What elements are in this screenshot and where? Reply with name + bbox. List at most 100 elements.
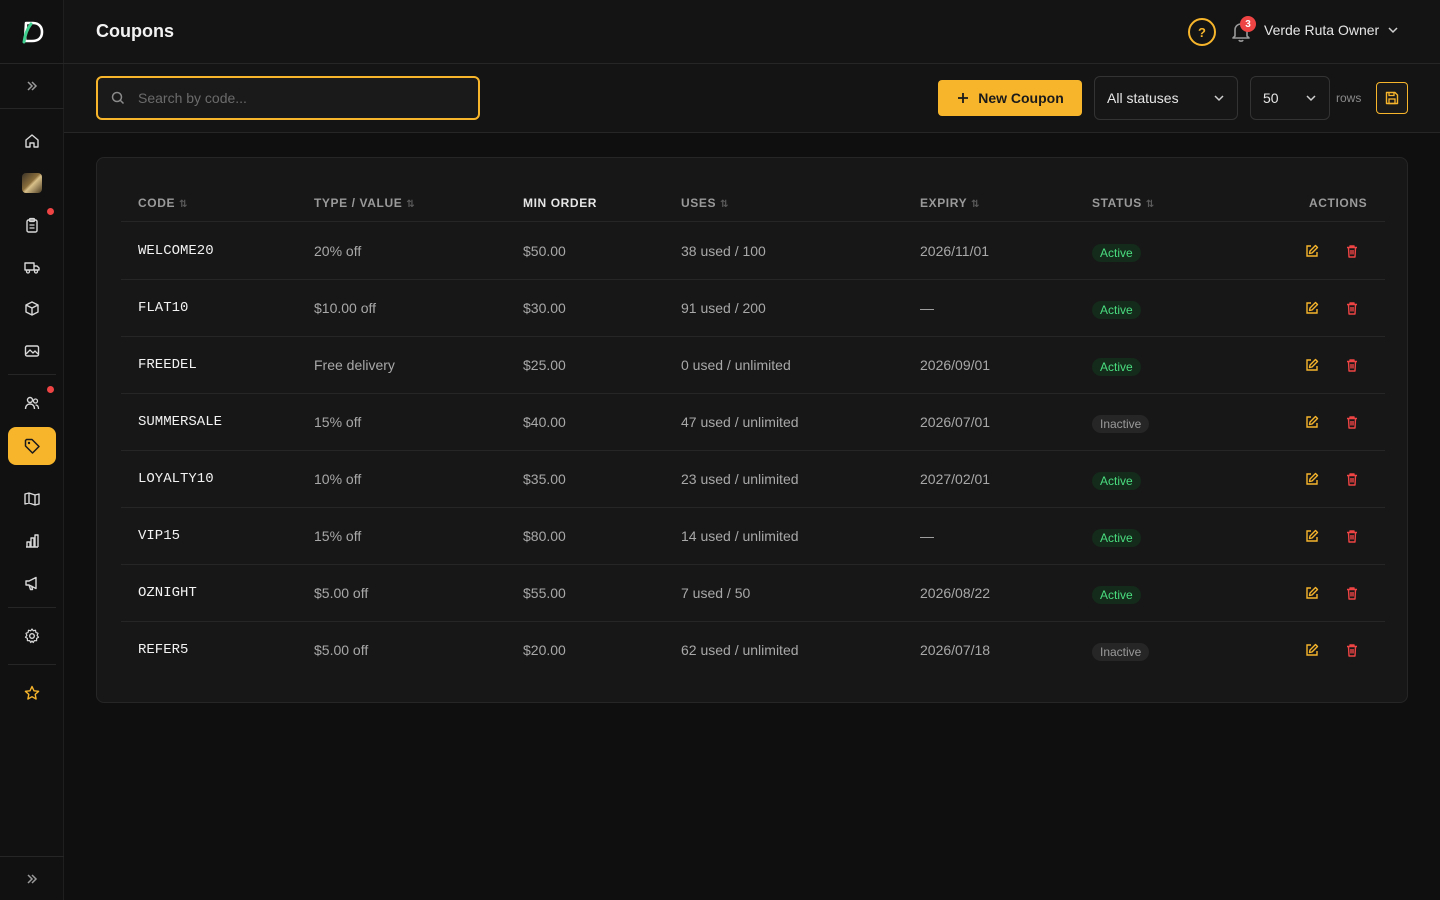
sidebar-item-marketing[interactable] bbox=[8, 564, 56, 602]
coupon-type-value: 10% off bbox=[314, 471, 362, 487]
table-row[interactable]: FREEDEL Free delivery $25.00 0 used / unlim… bbox=[121, 337, 1385, 394]
search-input[interactable] bbox=[138, 90, 458, 106]
status-badge: Active bbox=[1092, 244, 1141, 262]
edit-button[interactable] bbox=[1303, 641, 1321, 659]
sort-icon: ⇅ bbox=[406, 199, 415, 210]
search-box[interactable] bbox=[96, 76, 480, 120]
column-header-status[interactable]: STATUS ⇅ bbox=[1092, 196, 1154, 210]
edit-icon bbox=[1306, 244, 1319, 257]
table-row[interactable]: FLAT10 $10.00 off $30.00 91 used / 200 — Acti… bbox=[121, 280, 1385, 337]
delete-button[interactable] bbox=[1343, 641, 1361, 659]
sidebar-divider bbox=[8, 607, 56, 608]
column-header-expiry[interactable]: EXPIRY ⇅ bbox=[920, 196, 980, 210]
edit-button[interactable] bbox=[1303, 413, 1321, 431]
sidebar-item-products[interactable] bbox=[8, 290, 56, 328]
clipboard-icon bbox=[26, 217, 38, 233]
chevron-down-icon bbox=[1306, 95, 1316, 102]
new-coupon-button[interactable]: New Coupon bbox=[938, 80, 1082, 116]
sidebar-item-favorites[interactable] bbox=[8, 674, 56, 712]
rows-per-page-value: 50 bbox=[1263, 90, 1279, 106]
user-menu[interactable]: Verde Ruta Owner bbox=[1264, 22, 1399, 38]
edit-button[interactable] bbox=[1303, 470, 1321, 488]
trash-icon bbox=[1347, 359, 1357, 372]
table-row[interactable]: VIP15 15% off $80.00 14 used / unlimited — Ac… bbox=[121, 508, 1385, 565]
table-row[interactable]: WELCOME20 20% off $50.00 38 used / 100 2026/… bbox=[121, 223, 1385, 280]
sidebar-item-media[interactable] bbox=[8, 332, 56, 370]
coupon-expiry: 2026/08/22 bbox=[920, 585, 991, 601]
delete-button[interactable] bbox=[1343, 356, 1361, 374]
coupon-min-order: $35.00 bbox=[523, 471, 566, 487]
coupon-expiry: 2026/11/01 bbox=[920, 243, 990, 259]
delete-button[interactable] bbox=[1343, 299, 1361, 317]
help-button[interactable]: ? bbox=[1188, 18, 1216, 46]
delete-button[interactable] bbox=[1343, 527, 1361, 545]
edit-icon bbox=[1306, 358, 1319, 371]
delete-button[interactable] bbox=[1343, 242, 1361, 260]
toolbar: New Coupon All statuses 50 rows bbox=[64, 64, 1440, 133]
column-header-code[interactable]: CODE ⇅ bbox=[138, 196, 187, 210]
sidebar-item-settings[interactable] bbox=[8, 617, 56, 655]
sidebar-item-home[interactable] bbox=[8, 122, 56, 160]
question-icon: ? bbox=[1198, 24, 1206, 40]
edit-button[interactable] bbox=[1303, 584, 1321, 602]
trash-icon bbox=[1347, 644, 1357, 657]
column-header-uses[interactable]: USES ⇅ bbox=[681, 196, 728, 210]
megaphone-icon bbox=[25, 576, 37, 591]
status-badge: Active bbox=[1092, 358, 1141, 376]
sidebar bbox=[0, 0, 64, 900]
save-view-button[interactable] bbox=[1376, 82, 1408, 114]
status-badge: Active bbox=[1092, 301, 1141, 319]
tag-icon bbox=[24, 438, 40, 454]
status-badge: Inactive bbox=[1092, 643, 1150, 661]
delete-button[interactable] bbox=[1343, 584, 1361, 602]
logo-icon bbox=[22, 21, 44, 43]
column-header-actions: ACTIONS bbox=[1309, 196, 1368, 210]
sidebar-item-analytics[interactable] bbox=[8, 522, 56, 560]
sidebar-expand-button[interactable] bbox=[0, 64, 64, 109]
sidebar-item-delivery[interactable] bbox=[8, 248, 56, 286]
sidebar-divider bbox=[8, 664, 56, 665]
book-open-icon bbox=[24, 492, 40, 506]
table-row[interactable]: SUMMERSALE 15% off $40.00 47 used / unlimit… bbox=[121, 394, 1385, 451]
delete-button[interactable] bbox=[1343, 413, 1361, 431]
edit-button[interactable] bbox=[1303, 356, 1321, 374]
sort-icon: ⇅ bbox=[179, 199, 188, 210]
coupon-code: VIP15 bbox=[138, 528, 181, 544]
chevrons-right-icon bbox=[27, 873, 38, 884]
coupon-code: WELCOME20 bbox=[138, 243, 214, 259]
chevrons-right-icon bbox=[27, 81, 38, 91]
sidebar-item-customers[interactable] bbox=[8, 384, 56, 422]
sidebar-collapse-toggle[interactable] bbox=[0, 856, 64, 900]
edit-button[interactable] bbox=[1303, 527, 1321, 545]
table-row[interactable]: REFER5 $5.00 off $20.00 62 used / unlimited… bbox=[121, 622, 1385, 679]
sidebar-item-orders[interactable] bbox=[8, 206, 56, 244]
column-header-min-order: MIN ORDER bbox=[523, 196, 598, 210]
sort-icon: ⇅ bbox=[971, 199, 980, 210]
coupon-expiry: — bbox=[920, 300, 934, 316]
status-filter-value: All statuses bbox=[1107, 90, 1179, 106]
coupon-uses: 14 used / unlimited bbox=[681, 528, 799, 544]
rows-per-page-select[interactable]: 50 bbox=[1250, 76, 1330, 120]
status-filter-select[interactable]: All statuses bbox=[1094, 76, 1238, 120]
coupon-expiry: 2026/07/01 bbox=[920, 414, 991, 430]
table-row[interactable]: OZNIGHT $5.00 off $55.00 7 used / 50 2026/08… bbox=[121, 565, 1385, 622]
save-icon bbox=[1385, 91, 1399, 105]
app-logo[interactable] bbox=[0, 0, 64, 64]
notification-count-badge: 3 bbox=[1240, 16, 1256, 32]
coupon-type-value: 15% off bbox=[314, 414, 362, 430]
sidebar-item-menu[interactable] bbox=[8, 480, 56, 518]
sidebar-item-coupons[interactable] bbox=[8, 427, 56, 465]
sidebar-item-store-thumbnail[interactable] bbox=[8, 164, 56, 202]
delete-button[interactable] bbox=[1343, 470, 1361, 488]
column-header-type-value[interactable]: TYPE / VALUE ⇅ bbox=[314, 196, 415, 210]
coupon-expiry: 2026/07/18 bbox=[920, 642, 991, 658]
coupon-min-order: $25.00 bbox=[523, 357, 566, 373]
table-row[interactable]: LOYALTY10 10% off $35.00 23 used / unlimite… bbox=[121, 451, 1385, 508]
edit-icon bbox=[1306, 586, 1319, 599]
trash-icon bbox=[1347, 416, 1357, 429]
edit-button[interactable] bbox=[1303, 299, 1321, 317]
new-coupon-label: New Coupon bbox=[978, 90, 1064, 106]
edit-icon bbox=[1306, 643, 1319, 656]
edit-button[interactable] bbox=[1303, 242, 1321, 260]
chevron-down-icon bbox=[1214, 95, 1224, 102]
